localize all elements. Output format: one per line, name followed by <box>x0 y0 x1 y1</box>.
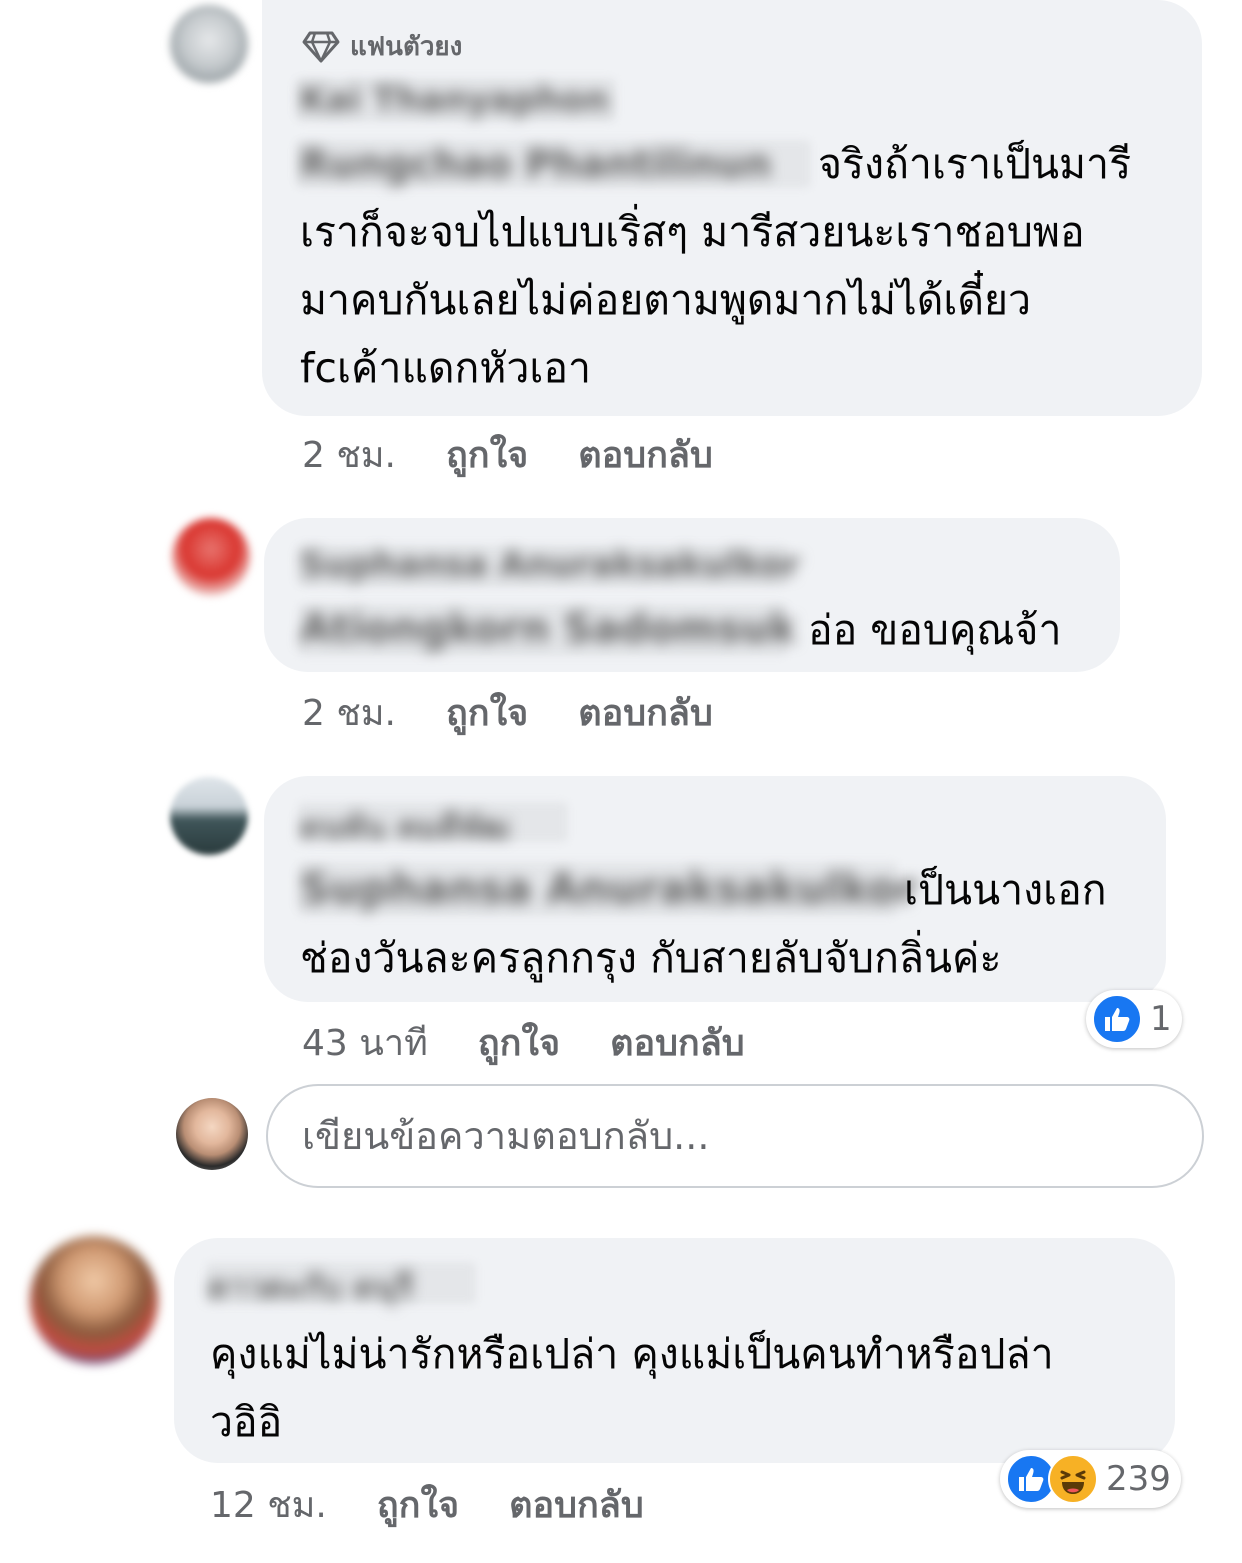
commenter-avatar[interactable] <box>30 1236 158 1364</box>
comment-text: fcเค้าแดกหัวเอา <box>300 344 592 392</box>
reply-button[interactable]: ตอบกลับ <box>509 1476 644 1533</box>
like-button[interactable]: ถูกใจ <box>478 1014 560 1071</box>
reaction-count: 239 <box>1106 1459 1171 1499</box>
current-user-avatar <box>176 1098 248 1170</box>
reply-button[interactable]: ตอบกลับ <box>578 426 713 483</box>
tagged-name[interactable]: Suphansa Anuraksakulkor <box>300 864 918 913</box>
tagged-name[interactable]: Rungchao Phantilinun <box>300 142 771 186</box>
top-fan-badge: แฟนตัวยง <box>302 26 462 67</box>
comment-text: มาคบกันเลยไม่ค่อยตามพูดมากไม่ได้เดี๋ยว <box>300 276 1032 324</box>
comment-text: จริงถ้าเราเป็นมารี <box>818 140 1132 188</box>
like-button[interactable]: ถูกใจ <box>446 426 528 483</box>
thumbs-up-icon <box>1092 994 1142 1044</box>
commenter-avatar[interactable] <box>170 5 248 83</box>
comment-time[interactable]: 43 นาที <box>302 1014 428 1071</box>
reply-button[interactable]: ตอบกลับ <box>578 684 713 741</box>
like-button[interactable]: ถูกใจ <box>377 1476 459 1533</box>
commenter-avatar[interactable] <box>172 518 250 596</box>
commenter-name[interactable]: ดนพัน คมดีพัฒ <box>300 802 510 853</box>
comment-time[interactable]: 12 ชม. <box>210 1476 327 1533</box>
comment-text: วอิอิ <box>210 1398 283 1446</box>
comment-time[interactable]: 2 ชม. <box>302 426 396 483</box>
comment-actions: 2 ชม. ถูกใจ ตอบกลับ <box>302 684 763 741</box>
comment-text: เราก็จะจบไปแบบเริ่สๆ มารีสวยนะเราชอบพอ <box>300 208 1085 256</box>
comment-text: เป็นนางเอก <box>904 866 1107 914</box>
commenter-name[interactable]: ดาวดะกับ ดนุรี <box>208 1262 413 1313</box>
reaction-summary[interactable]: 1 <box>1086 990 1182 1048</box>
comment-time[interactable]: 2 ชม. <box>302 684 396 741</box>
comment-actions: 43 นาที ถูกใจ ตอบกลับ <box>302 1014 795 1071</box>
like-button[interactable]: ถูกใจ <box>446 684 528 741</box>
commenter-avatar[interactable] <box>170 777 248 855</box>
commenter-name[interactable]: Suphansa Anuraksakulkor <box>300 545 800 585</box>
reaction-summary[interactable]: 239 <box>1000 1450 1181 1508</box>
haha-emoji-icon <box>1048 1454 1098 1504</box>
badge-label: แฟนตัวยง <box>350 32 463 62</box>
reply-composer[interactable] <box>266 1084 1204 1188</box>
diamond-icon <box>302 31 340 62</box>
commenter-name[interactable]: Kai Thanyaphon <box>300 80 609 120</box>
comment-text: ช่องวันละครลูกกรุง กับสายลับจับกลิ่นค่ะ <box>300 934 1002 982</box>
reply-button[interactable]: ตอบกลับ <box>610 1014 745 1071</box>
comment-actions: 12 ชม. ถูกใจ ตอบกลับ <box>210 1476 694 1533</box>
tagged-name[interactable]: Ationgkorn Sadomsuk <box>300 606 796 652</box>
reply-input[interactable] <box>268 1113 1202 1159</box>
comment-actions: 2 ชม. ถูกใจ ตอบกลับ <box>302 426 763 483</box>
comment-text: อ่อ ขอบคุณจ้า <box>808 606 1062 654</box>
comment-text: คุงแม่ไม่น่ารักหรือเปล่า คุงแม่เป็นคนทำห… <box>210 1330 1054 1378</box>
reaction-count: 1 <box>1150 999 1172 1039</box>
